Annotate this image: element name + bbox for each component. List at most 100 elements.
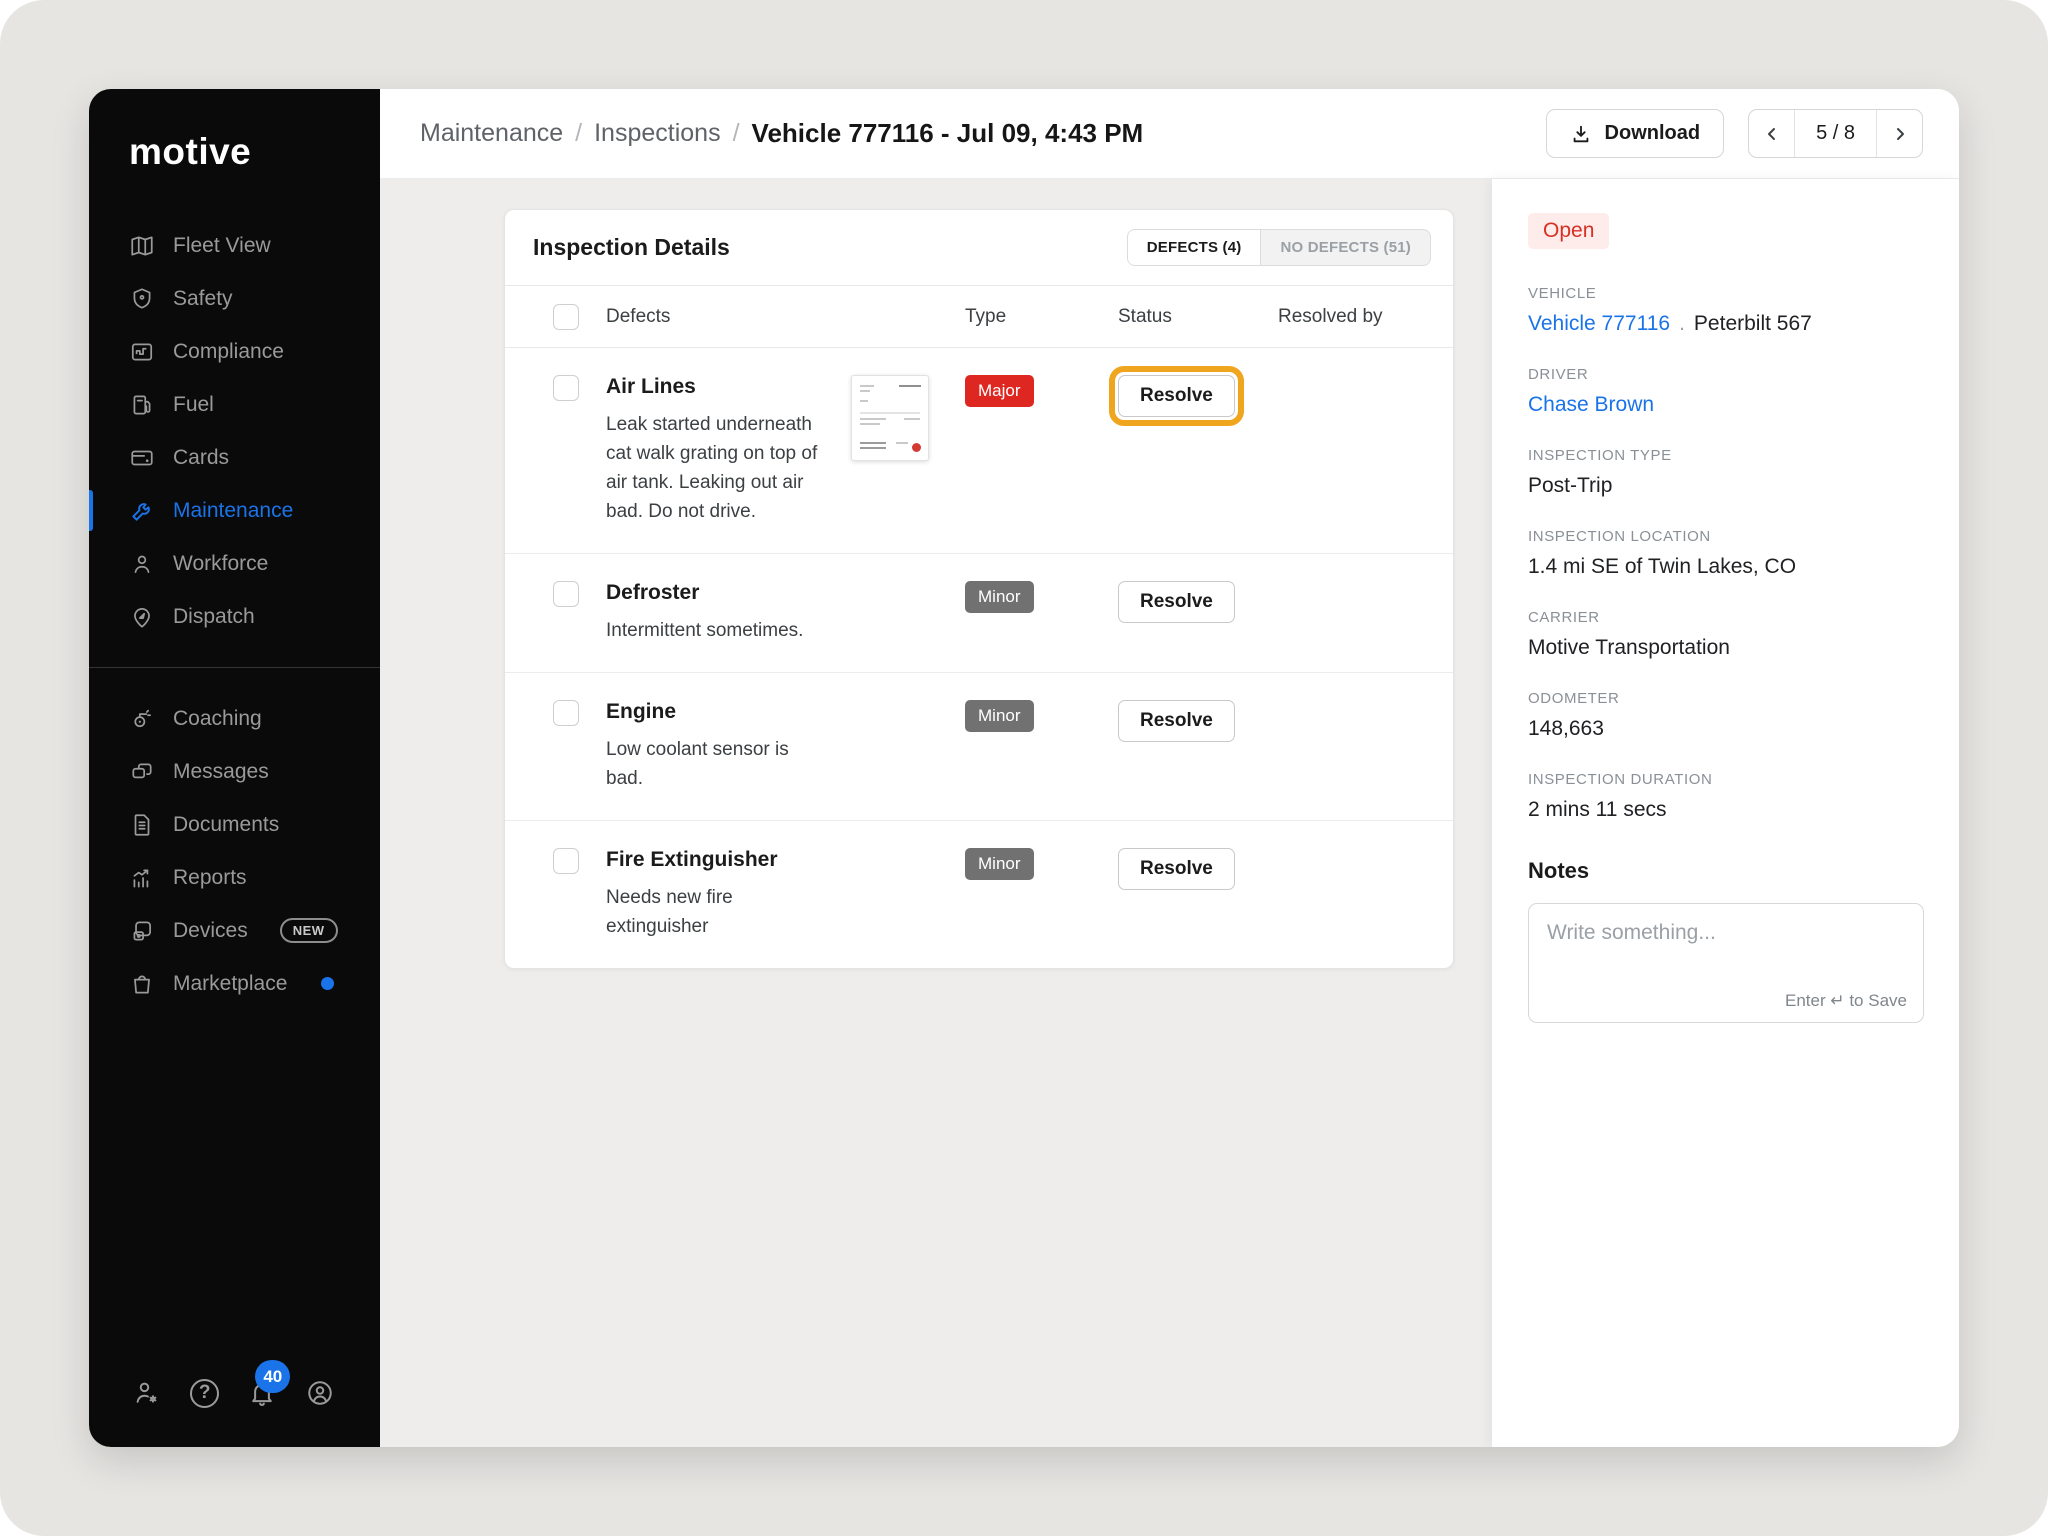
previous-page-button[interactable]	[1749, 110, 1794, 157]
defect-name: Defroster	[606, 581, 851, 605]
download-label: Download	[1605, 122, 1701, 145]
sidebar-item-safety[interactable]: Safety	[89, 272, 380, 325]
admin-settings-button[interactable]	[131, 1377, 163, 1409]
breadcrumb-inspections[interactable]: Inspections	[594, 119, 720, 148]
filter-no-defects-tab[interactable]: NO DEFECTS (51)	[1261, 230, 1430, 265]
defect-description: Needs new fire extinguisher	[606, 883, 826, 941]
document-icon	[129, 812, 155, 838]
account-button[interactable]	[304, 1377, 336, 1409]
resolve-button[interactable]: Resolve	[1118, 848, 1235, 890]
sidebar: motive Fleet View Safety Compliance Fuel	[89, 89, 380, 1447]
wrench-icon	[129, 498, 155, 524]
table-row: Fire Extinguisher Needs new fire extingu…	[505, 821, 1453, 968]
field-inspection-duration: INSPECTION DURATION 2 mins 11 secs	[1528, 771, 1923, 822]
type-badge-minor: Minor	[965, 700, 1034, 732]
inspection-summary-panel: Open VEHICLE Vehicle 777116.Peterbilt 56…	[1492, 179, 1959, 1447]
field-inspection-type: INSPECTION TYPE Post-Trip	[1528, 447, 1923, 498]
whistle-icon	[129, 706, 155, 732]
sidebar-item-documents[interactable]: Documents	[89, 798, 380, 851]
field-carrier: CARRIER Motive Transportation	[1528, 609, 1923, 660]
vehicle-model: Peterbilt 567	[1694, 312, 1812, 335]
sidebar-item-label: Devices	[173, 919, 248, 943]
motive-logo[interactable]: motive	[89, 89, 380, 173]
chat-icon	[129, 759, 155, 785]
pin-icon	[129, 604, 155, 630]
column-header-resolved-by: Resolved by	[1278, 306, 1453, 328]
field-label: INSPECTION DURATION	[1528, 771, 1923, 788]
field-label: VEHICLE	[1528, 285, 1923, 302]
sidebar-item-label: Safety	[173, 287, 233, 311]
sidebar-item-dispatch[interactable]: Dispatch	[89, 590, 380, 643]
breadcrumb-separator: /	[733, 119, 740, 148]
driver-link[interactable]: Chase Brown	[1528, 393, 1654, 416]
sidebar-item-label: Dispatch	[173, 605, 255, 629]
field-label: ODOMETER	[1528, 690, 1923, 707]
sidebar-item-devices[interactable]: Devices NEW	[89, 904, 380, 957]
sidebar-item-fleet-view[interactable]: Fleet View	[89, 219, 380, 272]
sidebar-item-coaching[interactable]: Coaching	[89, 692, 380, 745]
credit-card-icon	[129, 445, 155, 471]
device-icon	[129, 918, 155, 944]
header-actions: Download 5 / 8	[1546, 109, 1923, 158]
pagination-control: 5 / 8	[1748, 109, 1923, 158]
attachment-thumbnail[interactable]	[851, 375, 929, 461]
sidebar-item-label: Coaching	[173, 707, 262, 731]
question-mark-icon: ?	[190, 1379, 219, 1408]
sidebar-nav: Fleet View Safety Compliance Fuel Cards	[89, 219, 380, 1010]
sidebar-item-label: Maintenance	[173, 499, 293, 523]
sidebar-item-workforce[interactable]: Workforce	[89, 537, 380, 590]
column-header-status: Status	[1118, 306, 1278, 328]
download-button[interactable]: Download	[1546, 109, 1725, 158]
resolve-button[interactable]: Resolve	[1118, 581, 1235, 623]
breadcrumb-separator: /	[575, 119, 582, 148]
chevron-right-icon	[1892, 126, 1908, 142]
select-all-checkbox[interactable]	[553, 304, 579, 330]
sidebar-item-reports[interactable]: Reports	[89, 851, 380, 904]
top-bar: Maintenance / Inspections / Vehicle 7771…	[380, 89, 1959, 179]
map-icon	[129, 233, 155, 259]
defect-description: Low coolant sensor is bad.	[606, 735, 826, 793]
sidebar-item-label: Compliance	[173, 340, 284, 364]
type-badge-minor: Minor	[965, 848, 1034, 880]
row-checkbox[interactable]	[553, 581, 579, 607]
notifications-button[interactable]: 40	[246, 1377, 278, 1409]
sidebar-item-maintenance[interactable]: Maintenance	[89, 484, 380, 537]
field-vehicle: VEHICLE Vehicle 777116.Peterbilt 567	[1528, 285, 1923, 336]
content-area: Inspection Details DEFECTS (4) NO DEFECT…	[380, 179, 1959, 1447]
row-checkbox[interactable]	[553, 375, 579, 401]
resolve-button[interactable]: Resolve	[1118, 700, 1235, 742]
table-row: Defroster Intermittent sometimes. Minor …	[505, 554, 1453, 673]
sidebar-item-label: Reports	[173, 866, 247, 890]
notes-input[interactable]	[1529, 904, 1923, 982]
filter-defects-tab[interactable]: DEFECTS (4)	[1128, 230, 1262, 265]
inspection-details-card: Inspection Details DEFECTS (4) NO DEFECT…	[504, 209, 1454, 969]
table-row: Engine Low coolant sensor is bad. Minor …	[505, 673, 1453, 821]
chevron-left-icon	[1764, 126, 1780, 142]
chart-card-icon	[129, 339, 155, 365]
inspection-location-value: 1.4 mi SE of Twin Lakes, CO	[1528, 555, 1923, 579]
sidebar-divider	[89, 667, 380, 668]
sidebar-item-fuel[interactable]: Fuel	[89, 378, 380, 431]
vehicle-link[interactable]: Vehicle 777116	[1528, 312, 1670, 335]
table-row: Air Lines Leak started underneath cat wa…	[505, 348, 1453, 554]
sidebar-item-compliance[interactable]: Compliance	[89, 325, 380, 378]
next-page-button[interactable]	[1877, 110, 1922, 157]
field-label: DRIVER	[1528, 366, 1923, 383]
row-checkbox[interactable]	[553, 700, 579, 726]
main-area: Maintenance / Inspections / Vehicle 7771…	[380, 89, 1959, 1447]
row-checkbox[interactable]	[553, 848, 579, 874]
sidebar-footer: ? 40	[89, 1377, 380, 1447]
sidebar-item-marketplace[interactable]: Marketplace	[89, 957, 380, 1010]
breadcrumb-maintenance[interactable]: Maintenance	[420, 119, 563, 148]
sidebar-item-cards[interactable]: Cards	[89, 431, 380, 484]
defect-description: Leak started underneath cat walk grating…	[606, 410, 826, 526]
sidebar-item-messages[interactable]: Messages	[89, 745, 380, 798]
field-label: INSPECTION LOCATION	[1528, 528, 1923, 545]
user-gear-icon	[132, 1378, 162, 1408]
account-icon	[305, 1378, 335, 1408]
help-button[interactable]: ?	[189, 1377, 221, 1409]
carrier-value: Motive Transportation	[1528, 636, 1923, 660]
shield-icon	[129, 286, 155, 312]
work-area: Inspection Details DEFECTS (4) NO DEFECT…	[380, 179, 1492, 1447]
resolve-button[interactable]: Resolve	[1118, 375, 1235, 417]
